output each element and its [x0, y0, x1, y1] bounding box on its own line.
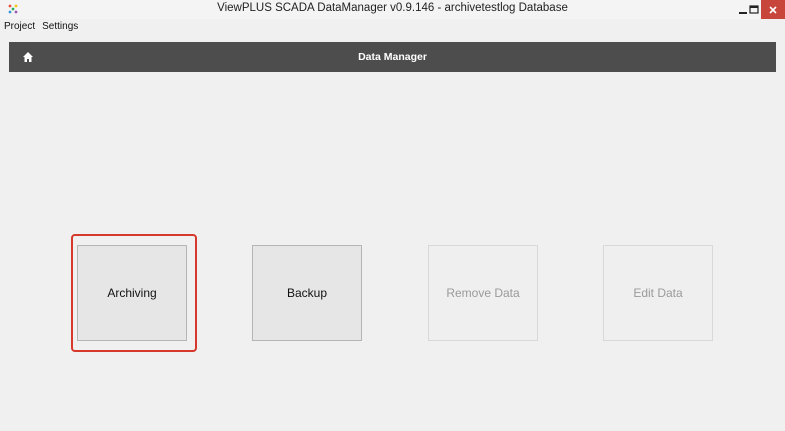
page-title: Data Manager: [358, 51, 427, 63]
close-button[interactable]: [761, 0, 785, 19]
menu-settings[interactable]: Settings: [42, 21, 78, 32]
title-bar: ViewPLUS SCADA DataManager v0.9.146 - ar…: [0, 0, 785, 19]
backup-button[interactable]: Backup: [252, 245, 362, 341]
remove-data-button[interactable]: Remove Data: [428, 245, 538, 341]
menu-project[interactable]: Project: [4, 21, 35, 32]
remove-data-label: Remove Data: [446, 286, 520, 300]
edit-data-label: Edit Data: [633, 286, 683, 300]
maximize-icon: [749, 4, 759, 14]
edit-data-button[interactable]: Edit Data: [603, 245, 713, 341]
close-icon: [769, 5, 777, 14]
menu-bar: Project Settings: [0, 19, 785, 34]
window-title: ViewPLUS SCADA DataManager v0.9.146 - ar…: [217, 2, 568, 14]
header-bar: Data Manager: [9, 42, 776, 72]
archiving-label: Archiving: [107, 286, 157, 300]
archiving-button[interactable]: Archiving: [77, 245, 187, 341]
backup-label: Backup: [286, 286, 328, 300]
